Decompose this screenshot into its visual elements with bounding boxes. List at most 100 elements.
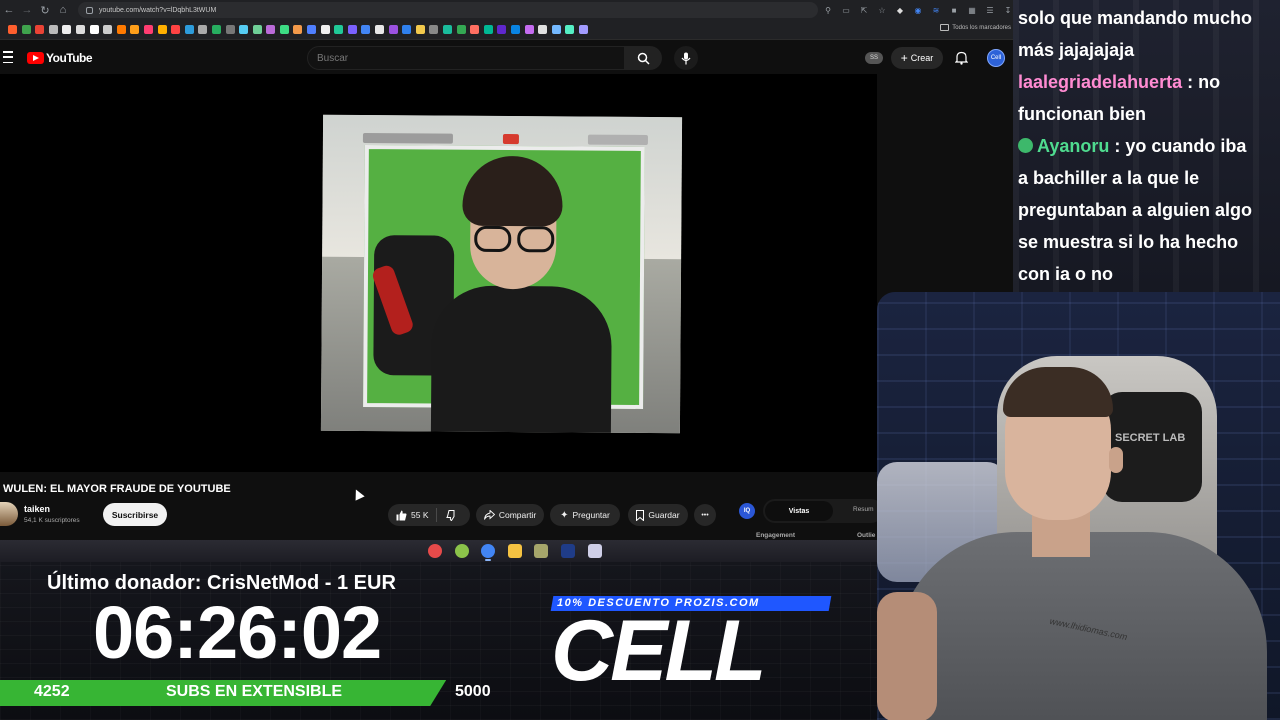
bookmark-icon[interactable] <box>157 25 167 34</box>
bookmark-icon[interactable] <box>198 25 208 34</box>
forward-icon[interactable]: → <box>18 1 36 19</box>
bookmark-icon[interactable] <box>497 25 507 34</box>
chat-message: funcionan bien <box>1018 98 1276 130</box>
bookmark-icon[interactable] <box>524 25 534 34</box>
share-button[interactable]: Compartir <box>476 504 544 526</box>
like-dislike-group: 55 K <box>388 504 470 526</box>
bookmark-icon[interactable] <box>239 25 249 34</box>
bookmark-icon[interactable] <box>252 25 262 34</box>
bookmark-star-icon[interactable]: ☆ <box>874 2 890 18</box>
youtube-logo[interactable]: YouTube <box>27 51 93 65</box>
bookmark-icon[interactable] <box>510 25 520 34</box>
bookmark-icon[interactable] <box>130 25 140 34</box>
bookmark-icon[interactable] <box>48 25 58 34</box>
channel-name[interactable]: taiken <box>24 504 50 514</box>
bookmark-icon[interactable] <box>551 25 561 34</box>
bookmark-icon[interactable] <box>483 25 493 34</box>
bookmark-icon[interactable] <box>429 25 439 34</box>
bookmark-icon[interactable] <box>538 25 548 34</box>
bookmark-icon[interactable] <box>402 25 412 34</box>
bookmark-icon[interactable] <box>388 25 398 34</box>
chat-username[interactable]: Ayanoru <box>1037 136 1109 156</box>
chat-message-text: funcionan bien <box>1018 104 1146 124</box>
hamburger-menu-icon[interactable] <box>3 51 13 63</box>
bookmark-icon[interactable] <box>8 25 17 34</box>
chat-message-text: a bachiller a la que le <box>1018 168 1200 188</box>
bookmark-icon[interactable] <box>347 25 357 34</box>
bookmark-icon[interactable] <box>415 25 425 34</box>
bookmark-icon[interactable] <box>375 25 385 34</box>
voice-search-button[interactable] <box>674 46 698 70</box>
account-avatar[interactable]: Cell <box>987 49 1005 67</box>
chat-username[interactable]: laalegriadelahuerta <box>1018 72 1182 92</box>
share-page-icon[interactable]: ⇱ <box>856 2 872 18</box>
bookmark-icon[interactable] <box>35 25 45 34</box>
home-icon[interactable]: ⌂ <box>54 1 72 19</box>
zoom-icon[interactable]: ⚲ <box>820 2 836 18</box>
taskbar-app-icon[interactable] <box>454 544 469 558</box>
bookmark-icon[interactable] <box>307 25 317 34</box>
create-button[interactable]: + Crear <box>891 47 943 69</box>
ask-button[interactable]: ✦ Preguntar <box>550 504 620 526</box>
bookmark-icon[interactable] <box>293 25 303 34</box>
more-actions-button[interactable]: ••• <box>694 504 716 526</box>
notifications-button[interactable] <box>953 50 969 66</box>
bookmark-icon[interactable] <box>279 25 289 34</box>
bookmark-icon[interactable] <box>143 25 153 34</box>
tab-resumen[interactable]: Resum <box>853 506 874 513</box>
extensions-puzzle-icon[interactable]: ▦ <box>964 2 980 18</box>
bookmark-icon[interactable] <box>171 25 181 34</box>
taskbar-app-icon[interactable] <box>561 544 575 558</box>
extension-icon[interactable]: ■ <box>946 2 962 18</box>
bookmark-icon[interactable] <box>443 25 452 34</box>
dislike-button[interactable] <box>446 504 457 526</box>
bookmark-icon[interactable] <box>334 25 344 34</box>
taskbar-app-icon[interactable] <box>534 544 549 558</box>
bookmarks-folder[interactable]: Todos los marcadores <box>940 24 1011 31</box>
bookmark-icon[interactable] <box>565 25 575 34</box>
bookmark-icon[interactable] <box>320 25 330 34</box>
extension-logo-icon[interactable]: IQ <box>739 503 755 519</box>
reload-icon[interactable]: ↻ <box>36 1 54 19</box>
bookmark-icon[interactable] <box>225 25 235 34</box>
thumbs-up-icon <box>396 510 407 520</box>
taskbar-app-icon[interactable] <box>481 544 496 558</box>
extension-icon[interactable]: ◉ <box>910 2 926 18</box>
ss-badge[interactable]: SS <box>865 52 883 64</box>
tab-vistas[interactable]: Vistas <box>765 501 833 521</box>
chat-message-text: más jajajajaja <box>1018 40 1135 60</box>
channel-avatar[interactable] <box>0 502 18 526</box>
subscribe-button[interactable]: Suscribirse <box>103 503 167 526</box>
extension-icon[interactable]: ◆ <box>892 2 908 18</box>
bookmark-icon[interactable] <box>361 25 371 34</box>
like-button[interactable]: 55 K <box>396 504 429 526</box>
bookmark-icon[interactable] <box>89 25 99 34</box>
bookmark-icon[interactable] <box>116 25 126 34</box>
bookmark-icon[interactable] <box>266 25 276 34</box>
outlier-label: Outlie <box>857 532 876 539</box>
search-input[interactable] <box>307 46 625 70</box>
cast-icon[interactable]: ▭ <box>838 2 854 18</box>
video-player[interactable] <box>0 74 877 472</box>
save-button[interactable]: Guardar <box>628 504 688 526</box>
bookmark-icon[interactable] <box>21 25 31 34</box>
bookmark-icon[interactable] <box>75 25 85 34</box>
taskbar-app-icon[interactable] <box>587 544 602 558</box>
bookmark-icon[interactable] <box>62 25 72 34</box>
bookmark-icon[interactable] <box>470 25 480 34</box>
search-button[interactable] <box>625 46 662 70</box>
extension-icon[interactable]: ≋ <box>928 2 944 18</box>
url-field[interactable]: youtube.com/watch?v=lDqbhL3tWUM <box>78 2 818 18</box>
taskbar-app-icon[interactable] <box>507 544 522 558</box>
bookmark-icon[interactable] <box>456 25 466 34</box>
site-info-icon[interactable] <box>86 6 93 14</box>
bookmark-icon[interactable] <box>211 25 221 34</box>
mouse-cursor-icon <box>351 487 365 501</box>
taskbar-app-icon[interactable] <box>428 544 442 558</box>
back-icon[interactable]: ← <box>0 1 18 19</box>
bookmark-icon[interactable] <box>578 25 588 34</box>
reading-list-icon[interactable]: ☰ <box>982 2 998 18</box>
bookmark-icon[interactable] <box>103 25 113 34</box>
bookmark-icon[interactable] <box>184 25 194 34</box>
chat-message-text: solo que mandando mucho <box>1018 8 1253 28</box>
